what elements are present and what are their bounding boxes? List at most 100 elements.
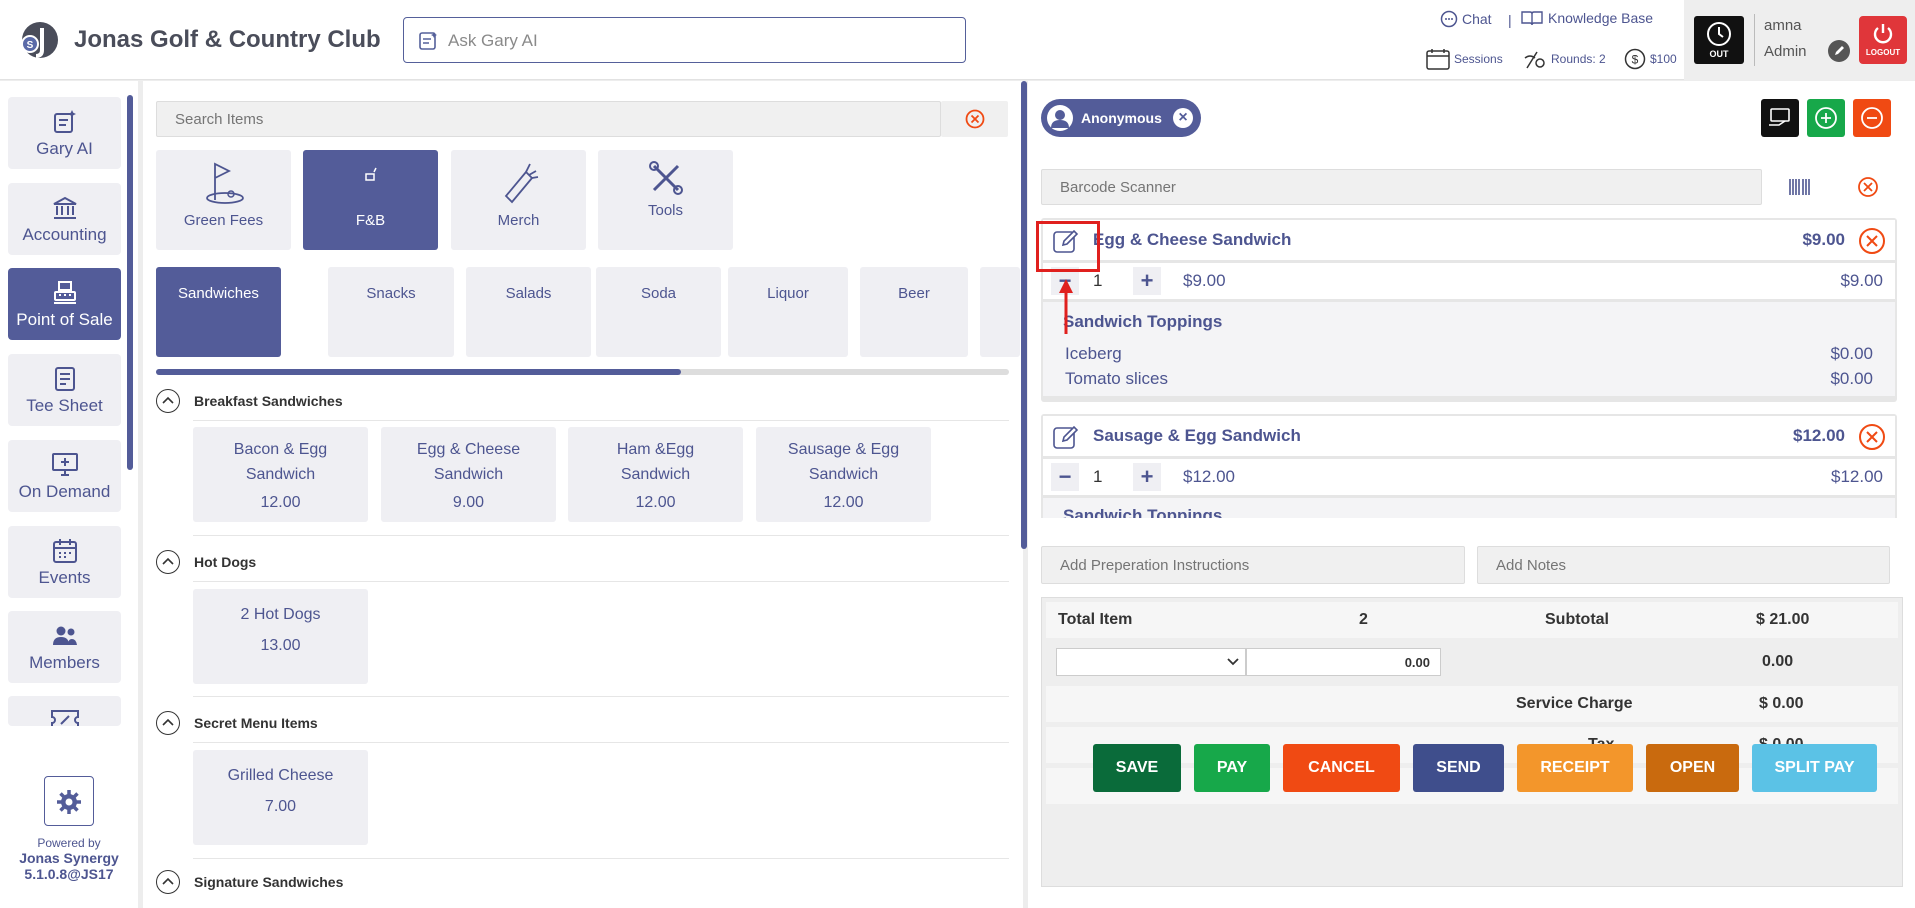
search-clear-button[interactable] [941,101,1008,137]
collapse-toggle[interactable] [156,389,180,413]
hand-card-button[interactable] [1761,99,1799,137]
qty-increase-button[interactable]: + [1133,267,1161,295]
chat-link[interactable]: Chat [1440,10,1492,28]
group-divider [193,858,1009,859]
category-tools[interactable]: Tools [598,150,733,250]
nav-footer: Powered by Jonas Synergy 5.1.0.8@JS17 [0,776,138,883]
nav-item-gary-ai[interactable]: Gary AI [8,97,121,169]
qty-value: 1 [1093,271,1103,290]
ask-gary-box[interactable] [403,17,966,63]
avatar [1047,105,1073,131]
group-header[interactable]: Breakfast Sandwiches [156,387,1009,415]
send-button[interactable]: SEND [1413,744,1504,792]
nav-item-events[interactable]: Events [8,526,121,598]
minus-circle-icon [1861,107,1883,129]
remove-button[interactable] [1853,99,1891,137]
qty-increase-button[interactable]: + [1133,463,1161,491]
group-header[interactable]: Hot Dogs [156,548,1009,576]
user-name: amna [1764,17,1802,34]
item-name: Grilled Cheese [227,767,334,784]
group-name: Hot Dogs [194,554,257,570]
category-fb[interactable]: F&B [303,150,438,250]
discount-input[interactable]: 0.00 [1246,648,1441,676]
catalog-scrollbar[interactable] [1021,81,1027,549]
subtab-sandwiches[interactable]: Sandwiches [156,267,281,357]
group-header[interactable]: Signature Sandwiches [156,868,1009,896]
remove-line-icon[interactable] [1857,422,1887,452]
nav-item-accounting[interactable]: Accounting [8,183,121,255]
barcode-button[interactable] [1768,169,1832,205]
line-item-name: Sausage & Egg Sandwich [1093,426,1301,445]
modifier-price: $0.00 [1830,369,1873,388]
collapse-toggle[interactable] [156,711,180,735]
menu-item-tile[interactable]: Egg & Cheese Sandwich 9.00 [381,427,556,522]
search-items-input[interactable] [156,101,941,137]
subtab-beer[interactable]: Beer [860,267,968,357]
rounds-indicator[interactable]: Rounds: 2 [1523,48,1606,70]
menu-item-tile[interactable]: Ham &Egg Sandwich 12.00 [568,427,743,522]
edit-profile-button[interactable] [1828,40,1850,62]
remove-customer-button[interactable]: × [1173,108,1193,128]
close-circle-icon [1858,177,1878,197]
barcode-clear-button[interactable] [1848,169,1888,205]
discount-select[interactable] [1056,648,1246,676]
notes-input[interactable] [1477,546,1890,584]
book-icon [1521,11,1543,26]
golf-flag-icon [205,162,244,204]
subtab-liquor[interactable]: Liquor [728,267,848,357]
nav-item-members[interactable]: Members [8,611,121,683]
calendar-icon [1426,49,1450,70]
ask-gary-input[interactable] [448,28,948,54]
category-label: Green Fees [183,212,264,229]
knowledge-base-link[interactable]: Knowledge Base [1520,10,1653,26]
subtab-snacks[interactable]: Snacks [328,267,454,357]
group-header[interactable]: Secret Menu Items [156,709,1009,737]
nav-item-point-of-sale[interactable]: Point of Sale [8,268,121,340]
receipt-button[interactable]: RECEIPT [1517,744,1633,792]
barcode-scanner-input[interactable] [1041,169,1762,205]
nav-item-tee-sheet[interactable]: Tee Sheet [8,354,121,426]
menu-item-tile[interactable]: Grilled Cheese 7.00 [193,750,368,845]
totals-row-service: Service Charge $ 0.00 [1046,686,1898,722]
edit-icon[interactable] [1051,422,1081,452]
add-button[interactable] [1807,99,1845,137]
collapse-toggle[interactable] [156,870,180,894]
user-area: OUT amna Admin LOGOUT [1684,0,1915,80]
menu-item-tile[interactable]: 2 Hot Dogs 13.00 [193,589,368,684]
header-separator: | [1508,12,1512,28]
tools-icon [648,161,683,195]
sessions-link[interactable]: Sessions [1426,48,1503,70]
nav-item-on-demand[interactable]: On Demand [8,440,121,512]
category-green-fees[interactable]: Green Fees [156,150,291,250]
save-button[interactable]: SAVE [1093,744,1181,792]
chevron-up-icon [162,396,174,404]
category-label: Merch [497,212,540,229]
category-merch[interactable]: Merch [451,150,586,250]
remove-line-icon[interactable] [1857,226,1887,256]
subtab-salads[interactable]: Salads [466,267,591,357]
collapse-toggle[interactable] [156,550,180,574]
cash-indicator[interactable]: $ $100 [1624,48,1677,70]
open-button[interactable]: OPEN [1646,744,1739,792]
subtab-scroll-thumb[interactable] [156,369,681,375]
group-divider [193,420,1009,421]
subtab-soda[interactable]: Soda [596,267,721,357]
pay-button[interactable]: PAY [1194,744,1270,792]
totals-row-summary: Total Item 2 Subtotal $ 21.00 [1046,602,1898,638]
menu-item-tile[interactable]: Bacon & Egg Sandwich 12.00 [193,427,368,522]
unit-price: $9.00 [1183,271,1226,290]
line-total: $12.00 [1831,467,1883,486]
nav-item-member-ticket[interactable] [8,696,121,726]
menu-item-tile[interactable]: Sausage & Egg Sandwich 12.00 [756,427,931,522]
settings-button[interactable] [44,776,94,826]
customer-pill[interactable]: Anonymous × [1041,99,1201,137]
preparation-instructions-input[interactable] [1041,546,1465,584]
nav-label: Accounting [22,225,107,244]
cancel-button[interactable]: CANCEL [1283,744,1400,792]
clock-out-button[interactable]: OUT [1694,16,1744,64]
split-pay-button[interactable]: SPLIT PAY [1752,744,1877,792]
subtab-more[interactable] [980,267,1020,357]
logout-button[interactable]: LOGOUT [1859,16,1907,64]
nav-scrollbar[interactable] [127,95,133,470]
qty-decrease-button[interactable]: − [1051,463,1079,491]
